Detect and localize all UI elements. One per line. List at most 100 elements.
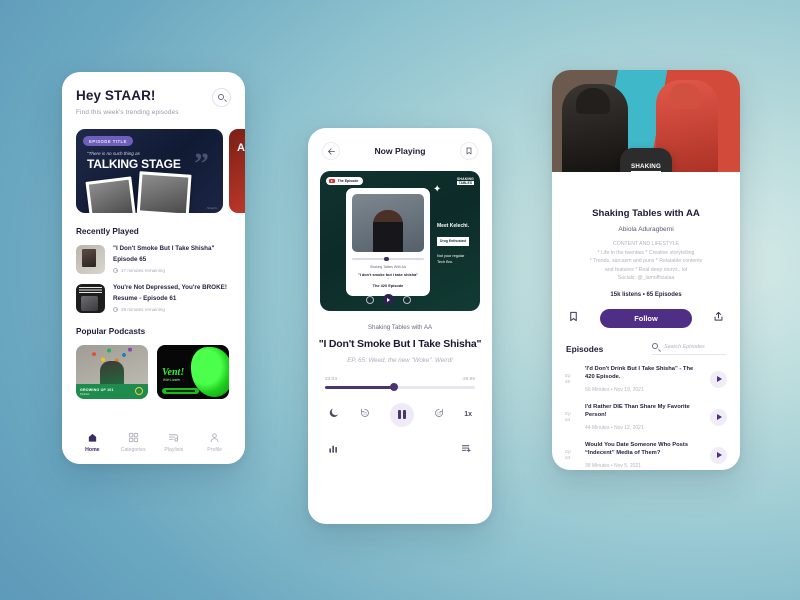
trending-carousel[interactable]: EPISODE TITLE ” "There is no such thing … [62, 129, 245, 213]
episode-number: Ep 64 [565, 411, 578, 423]
artwork-divider: + [387, 276, 389, 281]
rewind-15-icon: 15 [361, 408, 369, 417]
now-playing-screen: Now Playing The Episode SHAKING TABLES ✦… [308, 128, 492, 524]
episode-number: Ep 66 [565, 373, 578, 385]
bookmark-icon [570, 312, 577, 322]
sidebar-item-profile[interactable]: Profile [194, 432, 235, 453]
remaining-text: 17 minutes remaining [121, 267, 165, 273]
episode-meta: 38 Minutes • Nov 5, 2021 [585, 462, 641, 469]
listen-now-pill[interactable] [162, 388, 199, 394]
list-item[interactable]: You're Not Depressed, You're BROKE! Resu… [62, 284, 245, 313]
next-card-title: ADIRE [237, 142, 245, 154]
guest-photo [352, 194, 424, 252]
episode-title: Would You Date Someone Who Posts “Indece… [585, 441, 689, 456]
play-pause-button[interactable] [390, 402, 415, 427]
episode-title: You're Not Depressed, You're BROKE! [113, 284, 227, 291]
search-icon [217, 93, 227, 103]
trending-card-talking-stage[interactable]: EPISODE TITLE ” "There is no such thing … [76, 129, 223, 213]
playback-speed-button[interactable]: 1x [464, 411, 472, 418]
guest-tagline: Not your regular Tech Bro. [437, 254, 465, 264]
show-cover-image: SHAKING TABLES PODCAST [552, 70, 740, 172]
tab-label: Home [85, 446, 100, 453]
add-to-queue-button[interactable] [461, 441, 472, 459]
sidebar-item-home[interactable]: Home [72, 432, 113, 453]
hero-title: TALKING STAGE [87, 157, 181, 171]
episodes-header: Episodes Search Episodes [552, 342, 740, 355]
episode-number-label: Ep [565, 411, 571, 417]
save-button[interactable] [568, 309, 579, 327]
home-screen: Hey STAAR! Find this week's trending epi… [62, 72, 245, 464]
recently-played-title: Recently Played [76, 227, 139, 236]
forward-15-button[interactable]: 15 [433, 406, 445, 424]
player-bottom-controls [308, 427, 492, 459]
grid-icon [128, 432, 138, 442]
sidebar-item-categories[interactable]: Categories [113, 432, 154, 453]
bottom-navigation: Home Categories Playlists Profile [62, 424, 245, 464]
search-episodes-input[interactable]: Search Episodes [652, 342, 726, 355]
list-item[interactable]: Ep 63 Would You Date Someone Who Posts “… [552, 442, 740, 469]
logo-line-1: SHAKING [631, 163, 661, 172]
player-controls: 15 15 1x [308, 389, 492, 427]
list-item[interactable]: Ep 64 I'd Rather DIE Than Share My Favor… [552, 404, 740, 431]
equalizer-button[interactable] [328, 441, 339, 459]
remaining-text: 29 minutes remaining [121, 306, 165, 312]
play-icon [382, 294, 394, 306]
episode-artwork: The Episode SHAKING TABLES ✦ Shaking Tab… [320, 171, 480, 311]
episode-remaining: 17 minutes remaining [113, 267, 231, 273]
tab-label: Profile [207, 446, 222, 453]
search-icon [652, 342, 661, 352]
artwork-episode-subtitle: The 420 Episode [372, 283, 404, 289]
podcast-card-growing-up[interactable]: GROWING UP 101 Podcast [76, 345, 148, 399]
search-button[interactable] [212, 88, 231, 107]
home-icon [88, 433, 97, 442]
smiley-icon [135, 387, 143, 395]
equalizer-icon [329, 445, 337, 453]
progress-slider[interactable] [325, 383, 475, 392]
episode-number-value: 66 [565, 379, 571, 385]
rewind-15-button[interactable]: 15 [359, 406, 371, 424]
trending-card-next[interactable]: ADIRE [229, 129, 245, 213]
episode-meta: 50 Minutes • Nov 19, 2021 [585, 386, 644, 393]
guest-name: Meet Kelechi. [437, 223, 469, 229]
source-tag: The Episode [326, 177, 364, 186]
episode-title: I'd Rather DIE Than Share My Favorite Pe… [585, 403, 690, 418]
rewind-icon [365, 295, 374, 304]
show-stats: 15k listens • 65 Episodes [610, 291, 682, 298]
sleep-timer-button[interactable] [328, 406, 340, 424]
queue-add-icon [461, 444, 471, 452]
player-metadata: Shaking Tables with AA "I Don't Smoke Bu… [308, 324, 492, 364]
podcast-card-subtitle: Podcast [80, 393, 90, 396]
design-canvas: Hey STAAR! Find this week's trending epi… [0, 0, 800, 600]
play-button[interactable] [710, 408, 727, 426]
follow-button[interactable]: Follow [600, 308, 692, 328]
podcast-card-vent[interactable]: Vent! With Lander [157, 345, 229, 399]
episode-title: "I Don't Smoke But I Take Shisha" [318, 338, 482, 350]
show-host: Abiola Aduragbemi [618, 226, 674, 233]
episode-title: "I Don't Smoke But I Take Shisha" [113, 245, 215, 252]
youtube-icon [329, 179, 335, 184]
forward-icon [402, 295, 411, 304]
bookmark-button[interactable] [460, 142, 478, 160]
hero-signature: - Sinachi [205, 206, 217, 210]
greeting-title: Hey STAAR! [76, 88, 156, 103]
artwork-mini-controls [352, 294, 424, 306]
episode-subtitle: EP. 65: Weed, the new "Woke". Weird! [347, 357, 453, 364]
episode-artwork [76, 245, 105, 274]
episodes-title: Episodes [566, 343, 604, 354]
sidebar-item-playlists[interactable]: Playlists [154, 432, 195, 453]
artwork-inner-card: Shaking Tables With AA "I don't smoke bu… [346, 188, 430, 306]
list-item[interactable]: Ep 66 'I'd Don't Drink But I Take Shisha… [552, 366, 740, 393]
podcast-card-title: GROWING UP 101 [80, 387, 114, 392]
play-button[interactable] [710, 446, 727, 464]
page-title: Now Playing [374, 146, 426, 156]
progress-section[interactable]: 23:04 -26:96 [325, 377, 475, 392]
share-icon [714, 312, 723, 322]
back-button[interactable] [322, 142, 340, 160]
podcast-card-title: Vent! [162, 367, 185, 378]
play-button[interactable] [710, 370, 727, 388]
show-info: Shaking Tables with AA Abiola Aduragbemi… [552, 172, 740, 298]
progress-handle[interactable] [390, 383, 398, 392]
home-header: Hey STAAR! Find this week's trending epi… [62, 72, 245, 116]
share-button[interactable] [713, 309, 724, 327]
list-item[interactable]: "I Don't Smoke But I Take Shisha" Episod… [62, 245, 245, 274]
